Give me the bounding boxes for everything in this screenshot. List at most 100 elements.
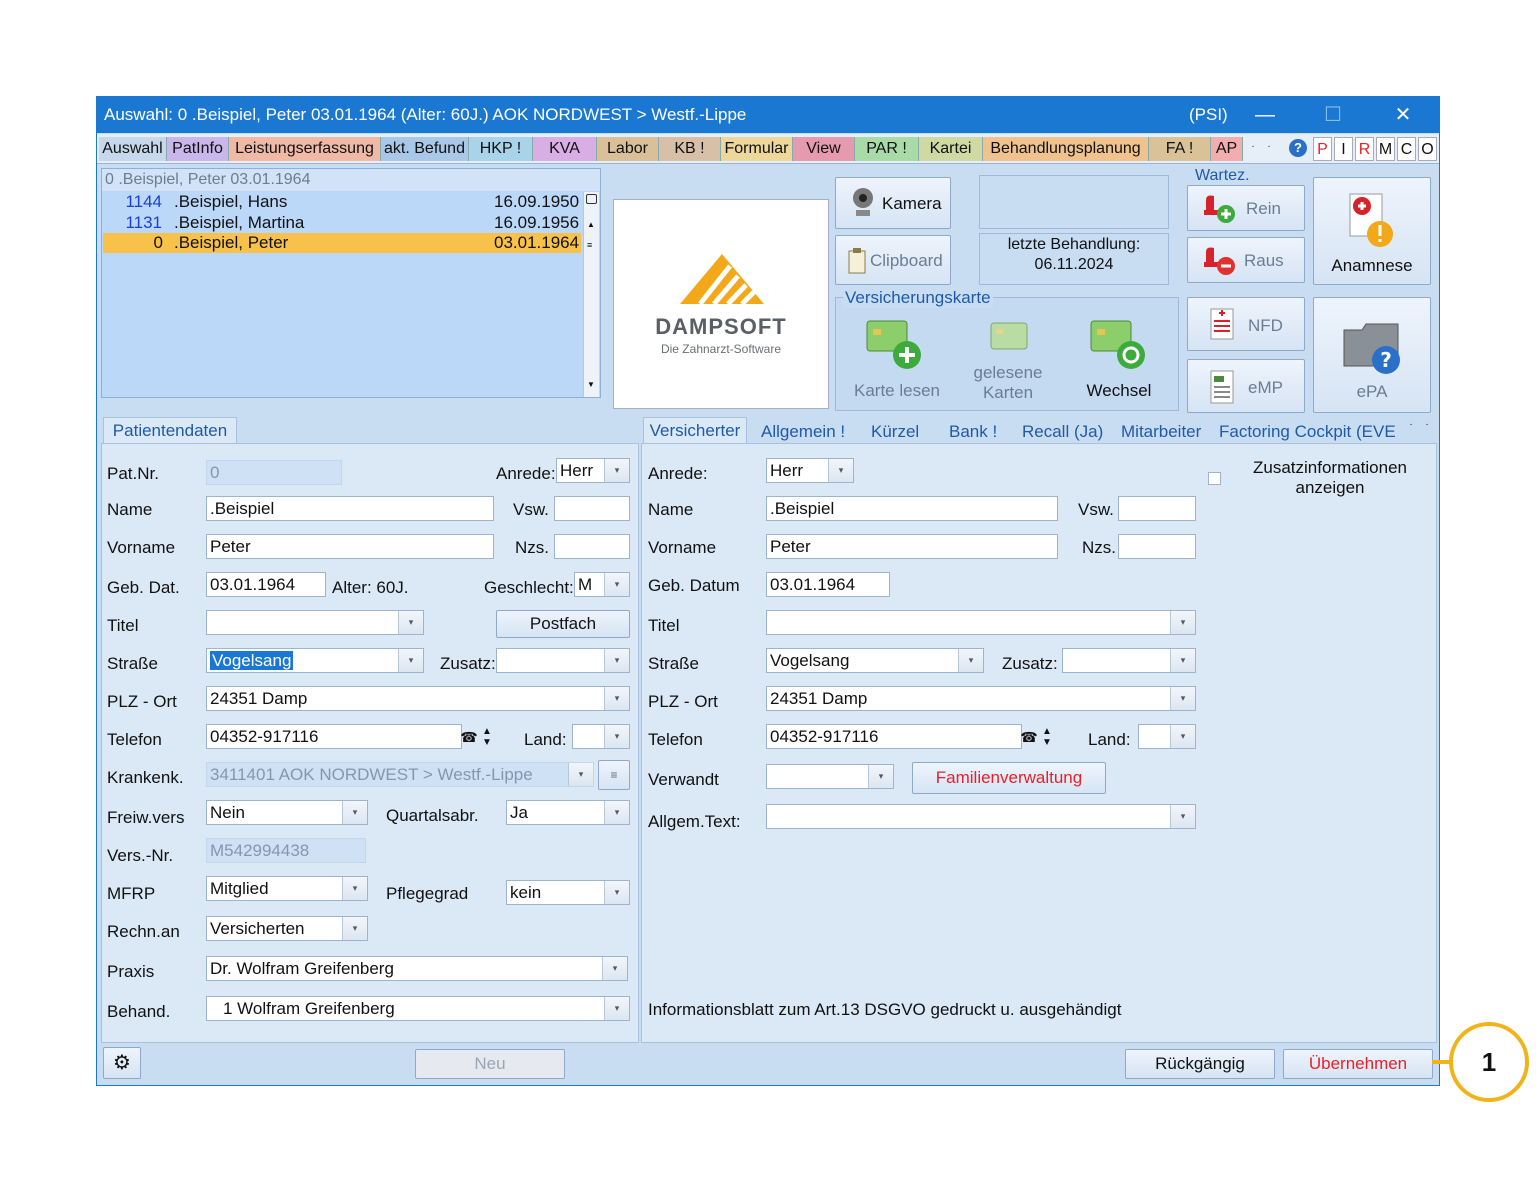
rein-button[interactable]: Rein: [1187, 185, 1305, 231]
praxis-select[interactable]: Dr. Wolfram Greifenberg ▾: [206, 956, 628, 981]
behand-select[interactable]: 1 Wolfram Greifenberg ▾: [206, 996, 630, 1021]
verwandt-select[interactable]: ▾: [766, 764, 894, 789]
rechn-select[interactable]: Versicherten ▾: [206, 916, 368, 941]
tab-mitarbeiter[interactable]: Mitarbeiter: [1121, 422, 1201, 442]
land-select[interactable]: ▾: [572, 724, 630, 749]
uebernehmen-button[interactable]: Übernehmen: [1283, 1049, 1433, 1079]
tab-par[interactable]: PAR !: [855, 137, 919, 161]
nfd-button[interactable]: NFD: [1187, 297, 1305, 351]
phone-icon[interactable]: ☎: [1020, 726, 1038, 748]
zusatz-select[interactable]: ▾: [1062, 648, 1196, 673]
postfach-button[interactable]: Postfach: [496, 610, 630, 638]
familienverwaltung-button[interactable]: Familienverwaltung: [912, 762, 1106, 794]
anamnese-button[interactable]: Anamnese: [1313, 177, 1431, 285]
plz-ort-select[interactable]: 24351 Damp ▾: [206, 686, 630, 711]
mfrp-select[interactable]: Mitglied ▾: [206, 876, 368, 901]
emp-button[interactable]: eMP: [1187, 359, 1305, 413]
tab-kartei[interactable]: Kartei: [919, 137, 983, 161]
telefon-input[interactable]: 04352-917116: [206, 724, 462, 749]
zusatz-select[interactable]: ▾: [496, 648, 630, 673]
phone-icon[interactable]: ☎: [460, 726, 478, 748]
kamera-button[interactable]: Kamera: [835, 177, 951, 229]
phone-spin-icon[interactable]: ▲ ▼: [1039, 726, 1055, 748]
letter-i-button[interactable]: I: [1334, 137, 1353, 161]
anrede-select[interactable]: Herr ▾: [766, 458, 854, 483]
geschlecht-select[interactable]: M ▾: [574, 572, 630, 597]
tab-versicherter[interactable]: Versicherter: [643, 417, 747, 444]
gear-icon[interactable]: ⚙: [103, 1047, 141, 1079]
nzs-input[interactable]: [554, 534, 630, 559]
tab-kva[interactable]: KVA: [533, 137, 597, 161]
nzs-input[interactable]: [1118, 534, 1196, 559]
tab-kb[interactable]: KB !: [659, 137, 721, 161]
strasse-input[interactable]: Vogelsang ▾: [206, 648, 424, 673]
raus-button[interactable]: Raus: [1187, 237, 1305, 283]
tab-hkp[interactable]: HKP !: [469, 137, 533, 161]
land-select[interactable]: ▾: [1138, 724, 1196, 749]
letter-m-button[interactable]: M: [1376, 137, 1395, 161]
titel-select[interactable]: ▾: [766, 610, 1196, 635]
print-icon[interactable]: [586, 194, 597, 204]
letter-o-button[interactable]: O: [1418, 137, 1437, 161]
help-icon[interactable]: ?: [1289, 139, 1307, 157]
plz-ort-select[interactable]: 24351 Damp ▾: [766, 686, 1196, 711]
scroll-up-icon[interactable]: ▲: [587, 220, 595, 229]
vorname-input[interactable]: Peter: [206, 534, 494, 559]
tab-formular[interactable]: Formular: [721, 137, 793, 161]
tab-patientendaten[interactable]: Patientendaten: [103, 417, 237, 444]
gebdat-input[interactable]: 03.01.1964: [206, 572, 326, 597]
tab-leistungserfassung[interactable]: Leistungserfassung: [229, 137, 381, 161]
tab-factoring-cockpit[interactable]: Factoring Cockpit (EVE: [1219, 422, 1401, 442]
patient-row[interactable]: 1144 .Beispiel, Hans 16.09.1950: [102, 192, 582, 212]
subtab-scroll-right-button[interactable]: ·: [1419, 419, 1435, 441]
allgem-text-select[interactable]: ▾: [766, 804, 1196, 829]
gebdat-input[interactable]: 03.01.1964: [766, 572, 890, 597]
pflegegrad-select[interactable]: kein ▾: [506, 880, 630, 905]
phone-spin-icon[interactable]: ▲ ▼: [479, 726, 495, 748]
tab-view[interactable]: View: [793, 137, 855, 161]
tab-akt-befund[interactable]: akt. Befund: [381, 137, 469, 161]
anrede-select[interactable]: Herr ▾: [556, 458, 630, 483]
patient-list-scrollbar[interactable]: ▲ ≡ ▼: [583, 192, 599, 397]
subtab-scroll-left-button[interactable]: ·: [1403, 419, 1419, 441]
tab-labor[interactable]: Labor: [597, 137, 659, 161]
tab-ap[interactable]: AP: [1211, 137, 1243, 161]
tab-scroll-left-button[interactable]: ·: [1245, 137, 1261, 161]
scroll-thumb-icon[interactable]: ≡: [587, 240, 592, 250]
tab-fa[interactable]: FA !: [1149, 137, 1211, 161]
neu-button[interactable]: Neu: [415, 1049, 565, 1079]
tab-recall[interactable]: Recall (Ja): [1022, 422, 1103, 442]
name-input[interactable]: .Beispiel: [766, 496, 1058, 521]
scroll-down-icon[interactable]: ▼: [587, 380, 595, 389]
tab-bank[interactable]: Bank !: [949, 422, 997, 442]
tab-patinfo[interactable]: PatInfo: [167, 137, 229, 161]
karte-lesen-button[interactable]: Karte lesen: [843, 313, 951, 405]
freiw-select[interactable]: Nein ▾: [206, 800, 368, 825]
name-input[interactable]: .Beispiel: [206, 496, 494, 521]
maximize-button[interactable]: ☐: [1313, 101, 1353, 129]
vsw-input[interactable]: [554, 496, 630, 521]
close-button[interactable]: ✕: [1383, 101, 1423, 129]
letter-p-button[interactable]: P: [1313, 137, 1332, 161]
titel-select[interactable]: ▾: [206, 610, 424, 635]
tab-scroll-right-button[interactable]: ·: [1261, 137, 1277, 161]
vorname-input[interactable]: Peter: [766, 534, 1058, 559]
tab-behandlungsplanung[interactable]: Behandlungsplanung: [983, 137, 1149, 161]
letter-r-button[interactable]: R: [1355, 137, 1374, 161]
krankenk-list-button[interactable]: ≡: [598, 760, 630, 790]
vsw-input[interactable]: [1118, 496, 1196, 521]
strasse-input[interactable]: Vogelsang ▾: [766, 648, 984, 673]
epa-button[interactable]: ? ePA: [1313, 297, 1431, 413]
minimize-button[interactable]: —: [1245, 101, 1285, 129]
tab-allgemein[interactable]: Allgemein !: [761, 422, 845, 442]
zusatzinfo-checkbox[interactable]: [1208, 472, 1221, 485]
clipboard-button[interactable]: Clipboard: [835, 235, 951, 285]
wechsel-button[interactable]: Wechsel: [1065, 313, 1173, 405]
letter-c-button[interactable]: C: [1397, 137, 1416, 161]
gelesene-karten-button[interactable]: gelesene Karten: [957, 313, 1059, 405]
tab-kuerzel[interactable]: Kürzel: [871, 422, 919, 442]
tab-auswahl[interactable]: Auswahl: [99, 137, 167, 161]
patient-row-selected[interactable]: 0 .Beispiel, Peter 03.01.1964: [103, 233, 581, 253]
patient-row[interactable]: 1131 .Beispiel, Martina 16.09.1956: [102, 213, 582, 233]
quartal-select[interactable]: Ja ▾: [506, 800, 630, 825]
